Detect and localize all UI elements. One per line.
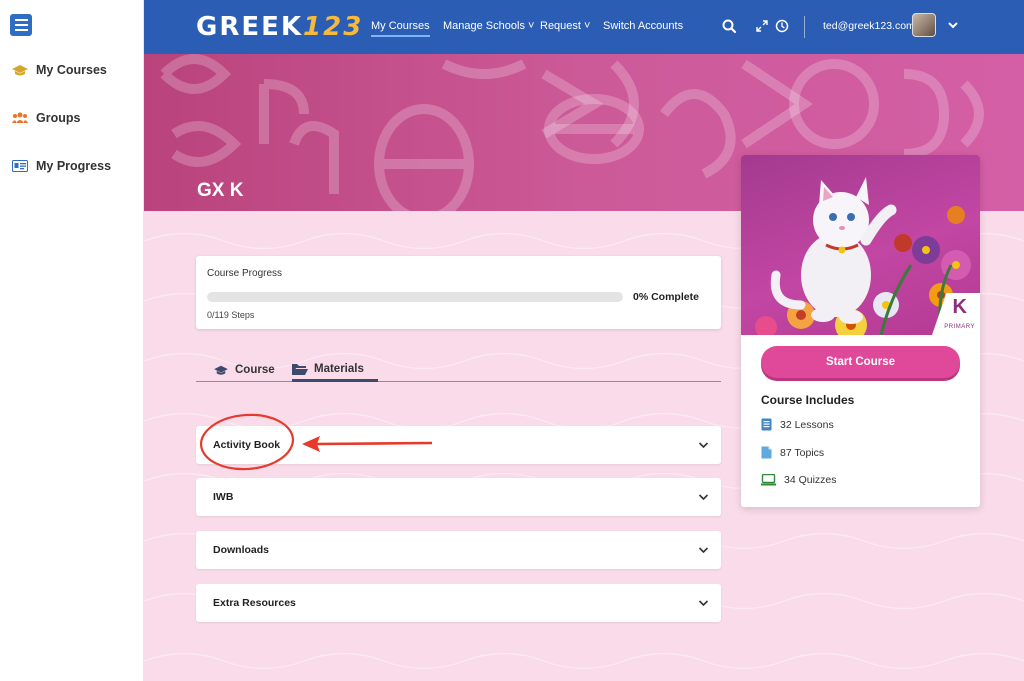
includes-label: 32 Lessons bbox=[780, 418, 834, 431]
tab-label: Materials bbox=[314, 362, 364, 375]
topics-icon bbox=[761, 446, 772, 459]
id-card-icon bbox=[12, 160, 28, 172]
annotation-circle-arrow bbox=[199, 413, 433, 471]
includes-quizzes: 34 Quizzes bbox=[761, 474, 837, 486]
chevron-down-icon bbox=[698, 547, 709, 554]
sidebar-item-my-courses[interactable]: My Courses bbox=[12, 63, 107, 77]
logo-number: 123 bbox=[303, 12, 364, 42]
course-includes-title: Course Includes bbox=[761, 393, 855, 407]
hamburger-menu-icon[interactable] bbox=[10, 14, 32, 36]
page-title: GX K bbox=[197, 180, 244, 201]
chevron-down-icon[interactable] bbox=[947, 18, 959, 36]
group-icon bbox=[12, 112, 28, 123]
graduation-cap-icon bbox=[214, 365, 228, 375]
accordion-iwb[interactable]: IWB bbox=[196, 478, 721, 516]
tab-materials[interactable]: Materials bbox=[292, 358, 378, 382]
graduation-cap-icon bbox=[12, 65, 28, 76]
left-sidebar: My Courses Groups My Progress bbox=[0, 0, 144, 681]
progress-bar bbox=[207, 292, 623, 302]
quizzes-icon bbox=[761, 474, 776, 486]
includes-label: 34 Quizzes bbox=[784, 474, 837, 486]
nav-my-courses[interactable]: My Courses bbox=[371, 20, 430, 37]
greek123-logo[interactable]: GREEK123 bbox=[196, 12, 363, 42]
tab-course[interactable]: Course bbox=[213, 358, 275, 382]
sidebar-item-label: Groups bbox=[36, 111, 81, 125]
nav-request[interactable]: Request ˅ bbox=[540, 20, 590, 32]
progress-steps: 0/119 Steps bbox=[207, 310, 255, 320]
logo-text: GREEK bbox=[196, 12, 304, 42]
includes-lessons: 32 Lessons bbox=[761, 418, 834, 431]
nav-divider bbox=[804, 16, 805, 38]
course-illustration: K PRIMARY bbox=[741, 155, 980, 335]
course-progress-card: Course Progress 0% Complete 0/119 Steps bbox=[196, 256, 721, 329]
nav-switch-accounts[interactable]: Switch Accounts bbox=[603, 20, 683, 32]
nav-manage-schools[interactable]: Manage Schools ˅ bbox=[443, 20, 534, 32]
folder-open-icon bbox=[292, 363, 308, 375]
accordion-downloads[interactable]: Downloads bbox=[196, 531, 721, 569]
chevron-down-icon bbox=[698, 600, 709, 607]
course-card: K PRIMARY Start Course Course Includes 3… bbox=[741, 155, 980, 507]
avatar[interactable] bbox=[912, 13, 936, 37]
course-tabs: Course Materials bbox=[196, 352, 721, 382]
includes-label: 87 Topics bbox=[780, 446, 825, 459]
history-icon[interactable] bbox=[773, 17, 791, 35]
user-email[interactable]: ted@greek123.com bbox=[823, 20, 915, 32]
sidebar-item-label: My Progress bbox=[36, 159, 112, 173]
grade-level: PRIMARY bbox=[944, 324, 975, 330]
includes-topics: 87 Topics bbox=[761, 446, 824, 459]
progress-percent: 0% Complete bbox=[633, 291, 699, 303]
grade-letter: K bbox=[952, 296, 967, 318]
accordion-label: Extra Resources bbox=[213, 597, 296, 609]
progress-label: Course Progress bbox=[207, 268, 283, 279]
tab-label: Course bbox=[235, 364, 275, 376]
lessons-icon bbox=[761, 418, 772, 431]
sidebar-item-my-progress[interactable]: My Progress bbox=[12, 159, 111, 173]
accordion-extra-resources[interactable]: Extra Resources bbox=[196, 584, 721, 622]
sidebar-item-groups[interactable]: Groups bbox=[12, 111, 80, 125]
accordion-label: IWB bbox=[213, 491, 234, 503]
start-course-button[interactable]: Start Course bbox=[761, 346, 960, 378]
accordion-label: Downloads bbox=[213, 544, 270, 556]
top-navigation-bar: GREEK123 My Courses Manage Schools ˅ Req… bbox=[144, 0, 1024, 54]
chevron-down-icon bbox=[698, 494, 709, 501]
expand-icon[interactable] bbox=[753, 17, 771, 35]
chevron-down-icon bbox=[698, 442, 709, 449]
search-icon[interactable] bbox=[720, 17, 738, 35]
sidebar-item-label: My Courses bbox=[36, 63, 107, 77]
